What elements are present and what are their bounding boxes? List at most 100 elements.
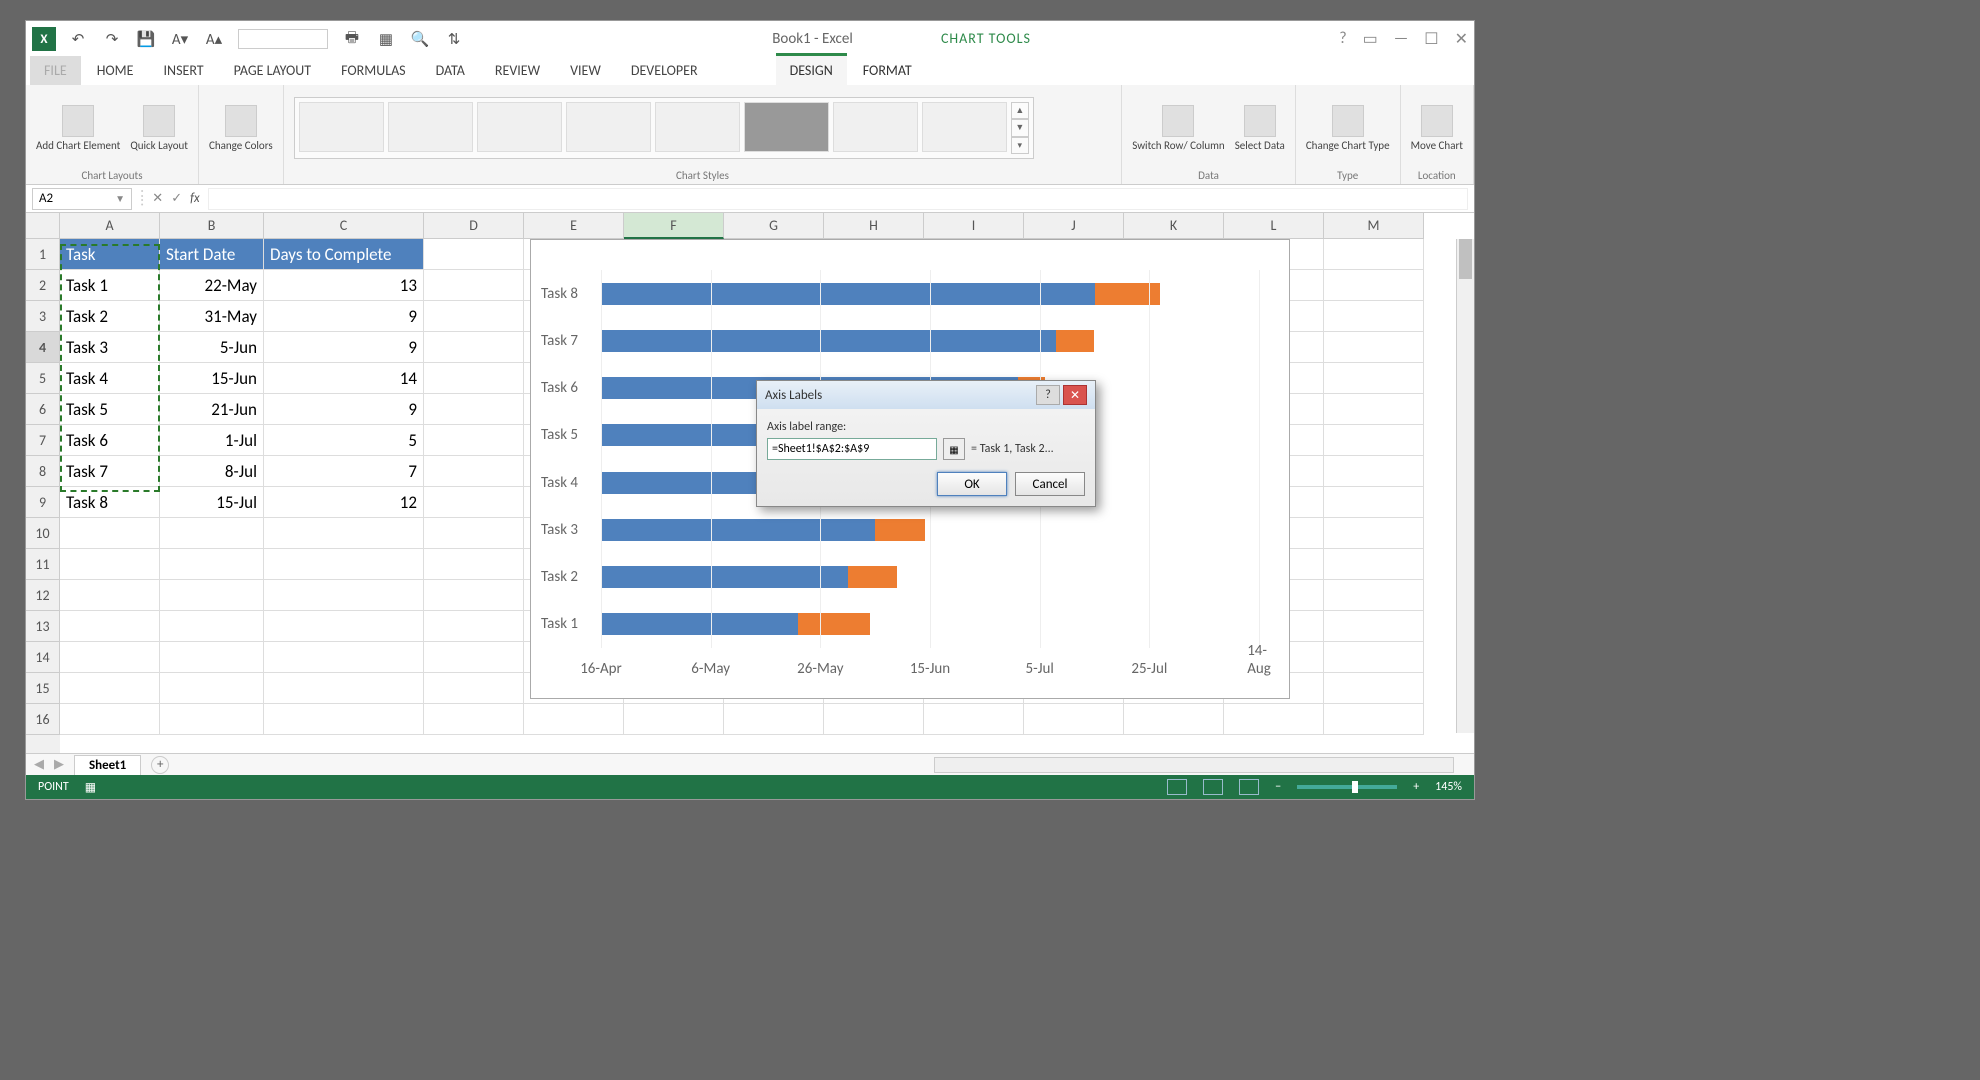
chart-style-6[interactable] <box>744 102 829 152</box>
move-chart-button[interactable]: Move Chart <box>1411 105 1463 152</box>
column-header-H[interactable]: H <box>824 213 924 239</box>
row-header-4[interactable]: 4 <box>26 332 60 363</box>
cell-A3[interactable]: Task 2 <box>60 301 160 332</box>
cell-A11[interactable] <box>60 549 160 580</box>
chart-bar-segment-start[interactable] <box>601 283 1095 305</box>
change-colors-button[interactable]: Change Colors <box>209 105 273 152</box>
cell-M1[interactable] <box>1324 239 1424 270</box>
cell-C7[interactable]: 5 <box>264 425 424 456</box>
cell-A14[interactable] <box>60 642 160 673</box>
chart-styles-gallery[interactable]: ▲ ▼ ▾ <box>294 97 1034 159</box>
cell-C8[interactable]: 7 <box>264 456 424 487</box>
row-header-2[interactable]: 2 <box>26 270 60 301</box>
normal-view-icon[interactable] <box>1167 779 1187 795</box>
cell-M9[interactable] <box>1324 487 1424 518</box>
cell-A12[interactable] <box>60 580 160 611</box>
row-header-10[interactable]: 10 <box>26 518 60 549</box>
chart-style-2[interactable] <box>388 102 473 152</box>
cell-B10[interactable] <box>160 518 264 549</box>
select-all-corner[interactable] <box>26 213 60 239</box>
cell-C15[interactable] <box>264 673 424 704</box>
tab-file[interactable]: FILE <box>30 56 81 85</box>
cancel-formula-icon[interactable]: ✕ <box>152 191 163 206</box>
help-icon[interactable]: ? <box>1339 29 1346 49</box>
cell-D2[interactable] <box>424 270 524 301</box>
gallery-down-icon[interactable]: ▼ <box>1011 119 1029 136</box>
cell-C10[interactable] <box>264 518 424 549</box>
chart-bar-segment-duration[interactable] <box>798 613 869 635</box>
cell-D4[interactable] <box>424 332 524 363</box>
row-header-1[interactable]: 1 <box>26 239 60 270</box>
cell-F16[interactable] <box>624 704 724 735</box>
zoom-out-icon[interactable]: − <box>1275 780 1281 794</box>
cell-M6[interactable] <box>1324 394 1424 425</box>
chart-style-8[interactable] <box>922 102 1007 152</box>
cell-D12[interactable] <box>424 580 524 611</box>
gallery-more-icon[interactable]: ▾ <box>1011 137 1029 154</box>
ribbon-options-icon[interactable]: ▭ <box>1363 29 1378 49</box>
cell-D1[interactable] <box>424 239 524 270</box>
cell-B15[interactable] <box>160 673 264 704</box>
column-header-K[interactable]: K <box>1124 213 1224 239</box>
cell-B8[interactable]: 8-Jul <box>160 456 264 487</box>
cell-D5[interactable] <box>424 363 524 394</box>
cell-D15[interactable] <box>424 673 524 704</box>
cell-C14[interactable] <box>264 642 424 673</box>
font-decrease-icon[interactable]: A▾ <box>170 29 190 49</box>
cell-C3[interactable]: 9 <box>264 301 424 332</box>
cell-D3[interactable] <box>424 301 524 332</box>
cell-B7[interactable]: 1-Jul <box>160 425 264 456</box>
cell-I16[interactable] <box>924 704 1024 735</box>
row-header-6[interactable]: 6 <box>26 394 60 425</box>
font-increase-icon[interactable]: A▴ <box>204 29 224 49</box>
page-layout-view-icon[interactable] <box>1203 779 1223 795</box>
column-header-F[interactable]: F <box>624 213 724 239</box>
column-header-L[interactable]: L <box>1224 213 1324 239</box>
sheet-tab-1[interactable]: Sheet1 <box>74 755 141 775</box>
cell-C6[interactable]: 9 <box>264 394 424 425</box>
chart-style-4[interactable] <box>566 102 651 152</box>
cell-A8[interactable]: Task 7 <box>60 456 160 487</box>
dialog-help-icon[interactable]: ? <box>1036 385 1060 405</box>
change-chart-type-button[interactable]: Change Chart Type <box>1306 105 1390 152</box>
cell-C12[interactable] <box>264 580 424 611</box>
cell-C16[interactable] <box>264 704 424 735</box>
cell-B6[interactable]: 21-Jun <box>160 394 264 425</box>
cell-M16[interactable] <box>1324 704 1424 735</box>
collapse-dialog-icon[interactable]: ▦ <box>943 438 965 460</box>
embedded-chart[interactable]: Task 8Task 7Task 6Task 5Task 4Task 3Task… <box>530 239 1290 699</box>
cell-C5[interactable]: 14 <box>264 363 424 394</box>
fx-icon[interactable]: fx <box>190 191 200 206</box>
cell-D9[interactable] <box>424 487 524 518</box>
tab-page-layout[interactable]: PAGE LAYOUT <box>220 56 325 85</box>
cell-G16[interactable] <box>724 704 824 735</box>
row-header-7[interactable]: 7 <box>26 425 60 456</box>
zoom-in-icon[interactable]: + <box>1413 780 1419 794</box>
add-chart-element-button[interactable]: Add Chart Element <box>36 105 120 152</box>
cell-A5[interactable]: Task 4 <box>60 363 160 394</box>
sort-icon[interactable]: ⇅ <box>444 29 464 49</box>
page-break-view-icon[interactable] <box>1239 779 1259 795</box>
redo-icon[interactable]: ↷ <box>102 29 122 49</box>
tab-format[interactable]: FORMAT <box>849 56 926 85</box>
column-header-G[interactable]: G <box>724 213 824 239</box>
dialog-close-icon[interactable]: ✕ <box>1063 385 1087 405</box>
minimize-icon[interactable]: — <box>1394 29 1408 49</box>
cell-A4[interactable]: Task 3 <box>60 332 160 363</box>
column-header-J[interactable]: J <box>1024 213 1124 239</box>
cell-D16[interactable] <box>424 704 524 735</box>
cell-M15[interactable] <box>1324 673 1424 704</box>
ok-button[interactable]: OK <box>937 472 1007 496</box>
row-header-15[interactable]: 15 <box>26 673 60 704</box>
cell-J16[interactable] <box>1024 704 1124 735</box>
cell-D10[interactable] <box>424 518 524 549</box>
row-header-12[interactable]: 12 <box>26 580 60 611</box>
tab-review[interactable]: REVIEW <box>481 56 554 85</box>
cell-C4[interactable]: 9 <box>264 332 424 363</box>
sheet-nav-prev-icon[interactable]: ◀ <box>34 757 44 772</box>
cell-B16[interactable] <box>160 704 264 735</box>
chart-bar-segment-duration[interactable] <box>1056 330 1094 352</box>
cell-M3[interactable] <box>1324 301 1424 332</box>
formula-input[interactable] <box>208 188 1468 210</box>
select-data-button[interactable]: Select Data <box>1235 105 1285 152</box>
